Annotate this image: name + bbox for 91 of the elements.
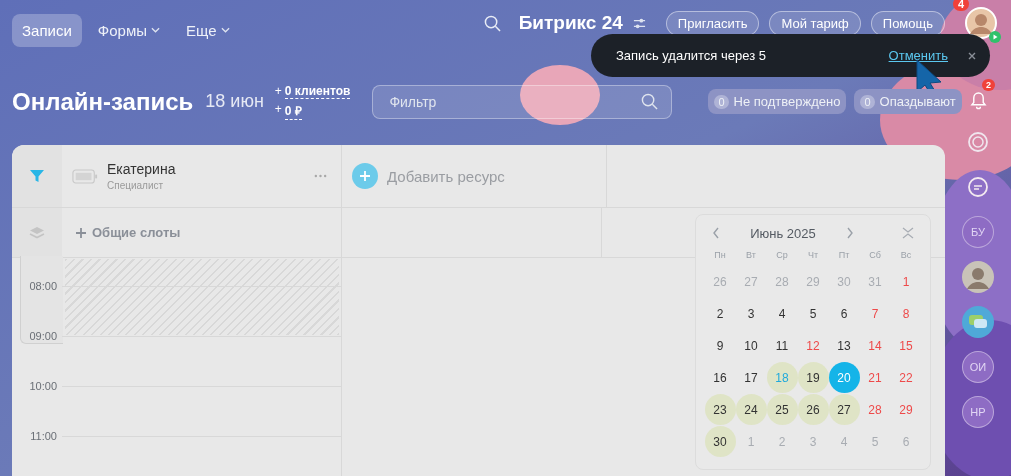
chevron-down-icon — [220, 27, 230, 33]
calendar-day[interactable]: 5 — [859, 426, 891, 457]
more-icon[interactable] — [314, 174, 327, 178]
undo-link[interactable]: Отменить — [888, 48, 948, 63]
calendar-day[interactable]: 17 — [735, 362, 767, 393]
weekday-label: Пн — [713, 249, 727, 262]
calendar-day[interactable]: 3 — [797, 426, 829, 457]
calendar-day[interactable]: 2 — [704, 298, 736, 329]
search-icon — [641, 92, 659, 110]
calendar-day[interactable]: 20 — [828, 362, 860, 393]
calendar-day[interactable]: 30 — [704, 426, 736, 457]
calendar-day[interactable]: 31 — [859, 266, 891, 297]
calendar-day[interactable]: 26 — [704, 266, 736, 297]
calendar-day[interactable]: 8 — [890, 298, 922, 329]
calendar-day[interactable]: 1 — [735, 426, 767, 457]
plus-sign: + — [274, 101, 282, 118]
filter-icon[interactable] — [29, 168, 45, 184]
calendar-day[interactable]: 29 — [797, 266, 829, 297]
weekday-label: Ср — [775, 249, 789, 262]
calendar-day[interactable]: 27 — [828, 394, 860, 425]
resource-role: Специалист — [107, 180, 165, 191]
weekday-label: Пт — [837, 249, 851, 262]
counter-chip[interactable]: 0 Опаздывают — [854, 89, 962, 114]
date-label: 18 июн — [205, 91, 264, 112]
close-icon[interactable] — [968, 51, 976, 60]
time-label: 11:00 — [30, 430, 57, 442]
calendar-day[interactable]: 14 — [859, 330, 891, 361]
calendar-day[interactable]: 11 — [766, 330, 798, 361]
calendar-day[interactable]: 4 — [828, 426, 860, 457]
stat-link[interactable]: 0 ₽ — [284, 101, 302, 120]
resource-name: Екатерина — [107, 161, 176, 177]
nav-tab[interactable]: Еще — [176, 13, 240, 47]
weekday-label: Вс — [899, 249, 913, 262]
play-icon — [989, 31, 1001, 43]
calendar-day[interactable]: 22 — [890, 362, 922, 393]
calendar-day[interactable]: 19 — [797, 362, 829, 393]
calendar-day[interactable]: 28 — [859, 394, 891, 425]
calendar-day[interactable]: 7 — [859, 298, 891, 329]
weekday-label: Сб — [868, 249, 882, 262]
calendar-day[interactable]: 25 — [766, 394, 798, 425]
calendar-day[interactable]: 18 — [766, 362, 798, 393]
calendar-day[interactable]: 27 — [735, 266, 767, 297]
plus-sign: + — [274, 83, 282, 99]
nav-tab[interactable]: Формы — [87, 13, 170, 47]
add-resource-button[interactable]: Добавить ресурс — [342, 145, 607, 207]
time-label: 09:00 — [29, 330, 57, 342]
calendar-day[interactable]: 1 — [890, 266, 922, 297]
calendar-day[interactable]: 12 — [797, 330, 829, 361]
chat-icon[interactable] — [962, 306, 994, 338]
chevron-down-icon — [151, 27, 160, 33]
calendar-day[interactable]: 16 — [704, 362, 736, 393]
calendar-day[interactable]: 23 — [704, 394, 736, 425]
plus-icon — [76, 227, 86, 238]
calendar-day[interactable]: 6 — [890, 426, 922, 457]
shared-slots-button[interactable]: Общие слоты — [62, 208, 342, 257]
calendar-day[interactable]: 29 — [890, 394, 922, 425]
layers-icon[interactable] — [29, 225, 45, 240]
collapse-icon[interactable] — [902, 227, 914, 239]
calendar-day[interactable]: 21 — [859, 362, 891, 393]
plus-icon — [352, 163, 378, 189]
calendar-day[interactable]: 5 — [797, 298, 829, 329]
calendar-day[interactable]: 30 — [828, 266, 860, 297]
calendar-day[interactable]: 26 — [797, 394, 829, 425]
nav-tab[interactable]: Записи — [12, 13, 82, 47]
calendar-day[interactable]: 24 — [735, 394, 767, 425]
month-title: Июнь 2025 — [750, 225, 816, 241]
page-title: Онлайн-запись — [12, 87, 194, 116]
calendar-day[interactable]: 10 — [735, 330, 767, 361]
calendar-day[interactable]: 3 — [735, 298, 767, 329]
toast-message: Запись удалится через 5 — [616, 48, 766, 63]
calendar-day[interactable]: 2 — [766, 426, 798, 457]
calendar-day[interactable]: 6 — [828, 298, 860, 329]
calendar-day[interactable]: 28 — [766, 266, 798, 297]
logo-text[interactable]: Битрикс 24 — [518, 12, 623, 34]
bell-icon[interactable] — [969, 90, 987, 110]
time-label: 08:00 — [29, 280, 57, 292]
settings-icon[interactable] — [632, 16, 646, 30]
battery-icon — [72, 168, 98, 184]
counter-chip[interactable]: 0 Не подтверждено — [708, 89, 847, 114]
calendar-day[interactable]: 15 — [890, 330, 922, 361]
chevron-left-icon[interactable] — [712, 227, 720, 239]
notification-badge: 4 — [953, 0, 970, 11]
calendar-day[interactable]: 9 — [704, 330, 736, 361]
calendar-day[interactable]: 4 — [766, 298, 798, 329]
weekday-label: Чт — [806, 249, 820, 262]
calendar-day[interactable]: 13 — [828, 330, 860, 361]
weekday-label: Вт — [745, 249, 757, 262]
time-label: 10:00 — [29, 380, 57, 392]
chevron-right-icon[interactable] — [846, 227, 854, 239]
stat-link[interactable]: 0 клиентов — [284, 83, 351, 99]
search-icon[interactable] — [483, 14, 501, 32]
